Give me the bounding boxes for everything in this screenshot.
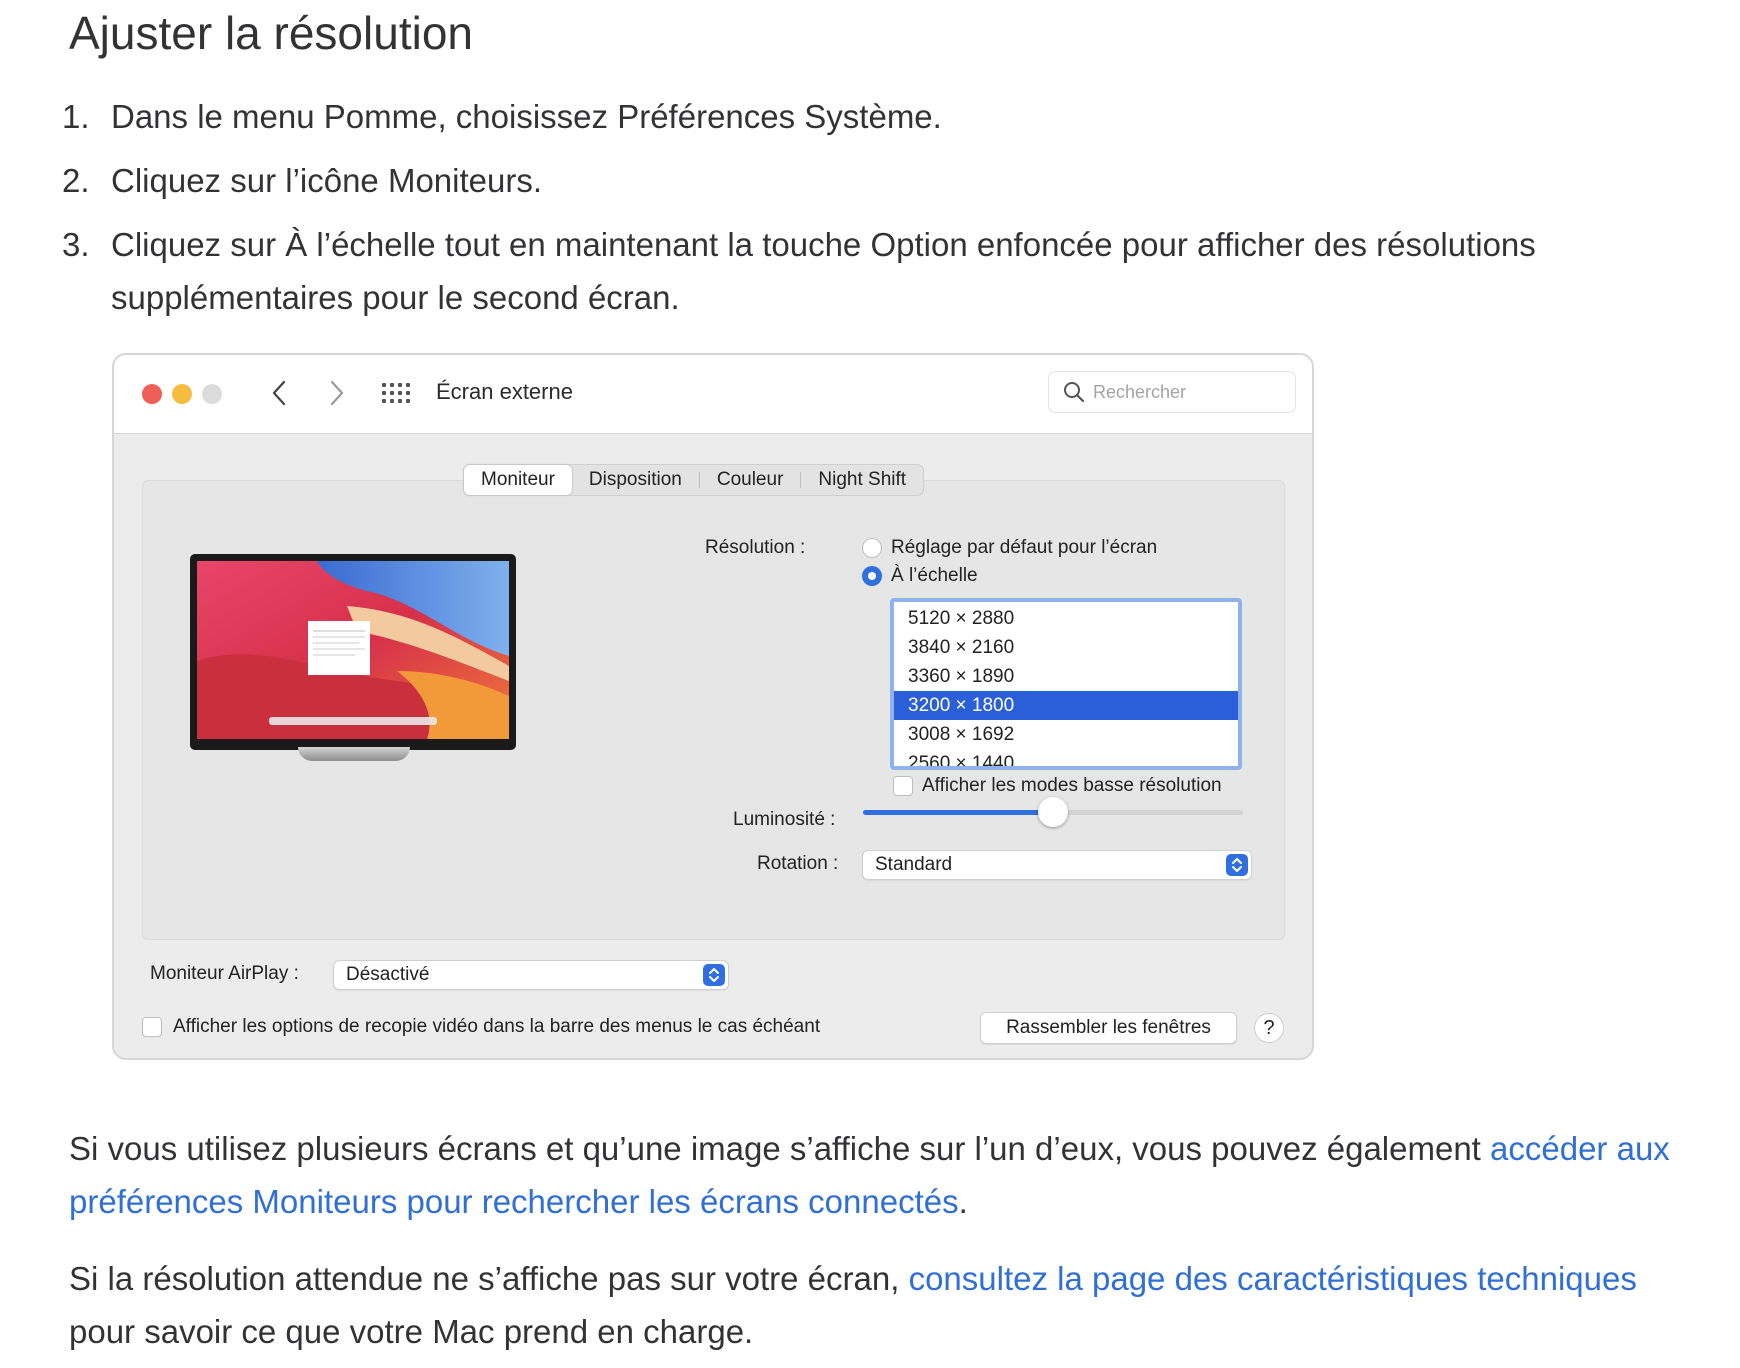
grid-dot [398,399,402,403]
grid-dot [382,399,386,403]
low-res-modes-checkbox[interactable] [893,776,913,796]
grid-dot [406,383,410,387]
title-bar: Écran externe [114,355,1312,434]
search-field[interactable] [1048,371,1296,413]
paragraph-text: Si la résolution attendue ne s’affiche p… [69,1260,909,1297]
page-title: Ajuster la résolution [69,7,473,59]
tab-couleur[interactable]: Couleur [700,465,801,495]
rotation-popup[interactable]: Standard [862,850,1252,880]
brightness-slider-knob[interactable] [1038,797,1068,827]
grid-dot [382,383,386,387]
mirror-options-label: Afficher les options de recopie vidéo da… [173,1016,821,1037]
minimize-button[interactable] [172,384,192,404]
step-number: 3. [62,226,90,263]
radio-scaled-resolution[interactable] [862,566,882,586]
updown-chevron-icon [703,964,725,986]
grid-dot [382,391,386,395]
forward-arrow-icon[interactable] [325,373,347,422]
monitor-stand [298,747,410,761]
displays-preferences-window: Écran externe Moniteur Disposition Coule… [112,353,1314,1060]
paragraph-text: Si vous utilisez plusieurs écrans et qu’… [69,1130,1491,1167]
rotation-value: Standard [875,854,953,875]
resolution-label: Résolution : [705,537,806,558]
tab-moniteur[interactable]: Moniteur [464,465,572,495]
updown-chevron-icon [1226,854,1248,876]
resolution-option-selected[interactable]: 3200 × 1800 [894,691,1238,720]
grid-dot [390,391,394,395]
monitor-illustration [190,554,516,750]
show-all-grid-icon[interactable] [382,383,412,405]
resolution-option[interactable]: 3840 × 2160 [894,633,1238,662]
search-icon [1064,382,1085,403]
radio-default-label: Réglage par défaut pour l’écran [891,537,1158,558]
tab-disposition[interactable]: Disposition [572,465,699,495]
link-tech-specs[interactable]: consultez la page des caractéristiques t… [909,1260,1637,1297]
grid-dot [406,391,410,395]
resolution-list[interactable]: 5120 × 2880 3840 × 2160 3360 × 1890 3200… [890,598,1242,770]
brightness-label: Luminosité : [733,809,836,830]
mirror-options-checkbox[interactable] [142,1017,162,1037]
desktop-wallpaper-image [197,561,509,739]
grid-dot [398,383,402,387]
rotation-label: Rotation : [757,853,839,874]
tab-bar: Moniteur Disposition Couleur Night Shift [463,464,925,496]
paragraph-end: pour savoir ce que votre Mac prend en ch… [69,1313,754,1350]
tab-night-shift[interactable]: Night Shift [801,465,923,495]
grid-dot [406,399,410,403]
airplay-popup[interactable]: Désactivé [333,960,729,990]
step-text: Cliquez sur À l’échelle tout en maintena… [111,226,1536,316]
step-number: 2. [62,162,90,199]
grid-dot [390,383,394,387]
zoom-button[interactable] [202,384,222,404]
brightness-slider-fill [863,810,1053,815]
search-input[interactable] [1093,380,1283,404]
airplay-label: Moniteur AirPlay : [150,963,299,984]
back-arrow-icon[interactable] [269,373,291,422]
paragraph-multiple-displays: Si vous utilisez plusieurs écrans et qu’… [69,1122,1689,1228]
grid-dot [390,399,394,403]
resolution-option[interactable]: 3360 × 1890 [894,662,1238,691]
step-number: 1. [62,98,90,135]
radio-default-resolution[interactable] [862,538,882,558]
grid-dot [398,391,402,395]
window-title: Écran externe [436,379,573,404]
step-text: Dans le menu Pomme, choisissez Préférenc… [111,98,942,135]
low-res-modes-label: Afficher les modes basse résolution [922,775,1222,796]
resolution-option[interactable]: 2560 × 1440 [894,749,1238,766]
resolution-option[interactable]: 3008 × 1692 [894,720,1238,749]
radio-scaled-label: À l’échelle [891,565,978,586]
airplay-value: Désactivé [346,964,430,985]
paragraph-resolution-support: Si la résolution attendue ne s’affiche p… [69,1252,1689,1358]
resolution-option[interactable]: 5120 × 2880 [894,604,1238,633]
gather-windows-button[interactable]: Rassembler les fenêtres [980,1012,1237,1044]
paragraph-end: . [958,1183,968,1220]
help-button[interactable]: ? [1254,1013,1284,1043]
step-text: Cliquez sur l’icône Moniteurs. [111,162,543,199]
close-button[interactable] [142,384,162,404]
